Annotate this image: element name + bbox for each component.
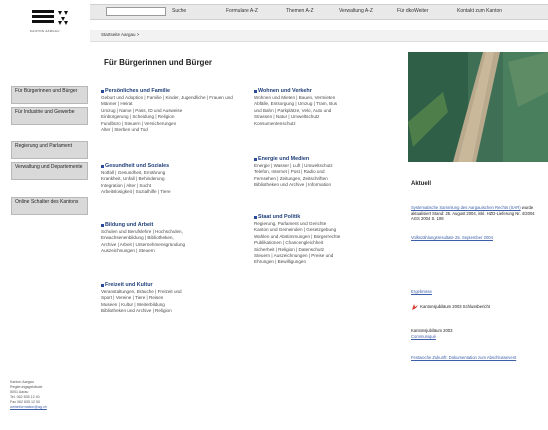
bullet-icon [254,215,257,219]
category-links[interactable]: Geburt und Adoption | Familie | Kinder, … [101,95,249,108]
page-title: Für Bürgerinnen und Bürger [104,58,212,67]
bullet-icon [101,223,104,227]
news-item: Festwoche Zukunft: Dokumentation zum Abs… [411,355,539,361]
category-links[interactable]: Auszeichnungen | Steuern [101,248,249,254]
category-links[interactable]: Bibliotheken und Archive | Information [254,182,402,188]
breadcrumb-bar [90,30,548,42]
news-item: Systematische Sammlung des Aargauischen … [411,205,539,222]
news-item: Volkszählungsresultate 25. September 200… [411,235,539,241]
category-links[interactable]: Ehrungen | Bewilligungen [254,259,402,265]
nav-verwaltung[interactable]: Verwaltung A-Z [339,8,373,14]
category-wohnen: Wohnen und Verkehr Wohnen und Mieten | B… [254,88,402,127]
category-staat: Staat und Politik Regierung, Parlament u… [254,214,402,266]
search-button[interactable]: Suche [172,8,186,14]
news-link[interactable]: Communiqué [411,334,539,340]
breadcrumb[interactable]: Startseite Aargau > [101,32,139,37]
category-title[interactable]: Gesundheit und Soziales [105,163,169,169]
news-item: Kantonsjubiläum 2003 Communiqué [411,328,539,339]
nav-themen[interactable]: Themen A-Z [286,8,314,14]
news-link[interactable]: Ergebnisse [411,289,432,294]
category-title[interactable]: Wohnen und Verkehr [258,88,312,94]
category-gesundheit: Gesundheit und Soziales Notfall | Gesund… [101,163,249,196]
news-link[interactable]: Volkszählungsresultate 25. September 200… [411,235,493,240]
news-link[interactable]: Festwoche Zukunft: Dokumentation zum Abs… [411,355,516,360]
sidebar-item-online-schalter[interactable]: Online Schalter des Kantons [11,197,88,215]
news-item: Kantonsjubiläum 2003 Schlussbericht [411,303,539,311]
category-persoenliches: Persönliches und Familie Geburt und Adop… [101,88,249,133]
sidebar-item-industrie[interactable]: Für Industrie und Gewerbe [11,107,88,125]
sidebar-footer: Kanton Aargau Regierungsgebäude 5001 Aar… [10,380,47,410]
nav-kontakt[interactable]: Kontakt zum Kanton [457,8,502,14]
news-title: Aktuell [411,181,432,187]
kanton-logo[interactable] [32,9,72,27]
category-title[interactable]: Freizeit und Kultur [105,282,153,288]
news-item: Ergebnisse [411,289,539,295]
news-link[interactable]: Systematische Sammlung des Aargauischen … [411,205,521,210]
category-energie: Energie und Medien Energie | Wasser | Lu… [254,156,402,189]
search-input[interactable] [106,7,166,16]
footer-email-link[interactable]: webinformation@ag.ch [10,405,47,410]
category-links[interactable]: Arbeitslosigkeit | Sozialhilfe | Tiere [101,189,249,195]
category-title[interactable]: Persönliches und Familie [105,88,170,94]
category-title[interactable]: Energie und Medien [258,156,309,162]
bullet-icon [254,157,257,161]
category-title[interactable]: Bildung und Arbeit [105,222,153,228]
sidebar-item-verwaltung[interactable]: Verwaltung und Departemente [11,162,88,180]
nav-formulare[interactable]: Formulare A-Z [226,8,258,14]
bullet-icon [101,283,104,287]
category-links[interactable]: Alter | Sterben und Tod [101,127,249,133]
bullet-icon [101,89,104,93]
sidebar-item-regierung[interactable]: Regierung und Parlament [11,141,88,159]
news-text: Kantonsjubiläum 2003 Schlussbericht [420,304,491,310]
bullet-icon [101,164,104,168]
category-bildung: Bildung und Arbeit Schulen und Berufsleh… [101,222,249,255]
logo-text: KANTON AARGAU [30,29,60,33]
category-links[interactable]: Konsumentenschutz [254,121,402,127]
sidebar-item-buerger[interactable]: Für Bürgerinnen und Bürger [11,86,88,104]
category-title[interactable]: Staat und Politik [258,214,300,220]
pdf-icon[interactable] [411,303,419,311]
category-links[interactable]: Bibliotheken und Archive | Religion [101,308,249,314]
bullet-icon [254,89,257,93]
category-freizeit: Freizeit und Kultur Veranstaltungen, Brä… [101,282,249,315]
nav-weiter[interactable]: Für dkoWeiter [397,8,428,14]
aerial-photo [408,52,548,162]
